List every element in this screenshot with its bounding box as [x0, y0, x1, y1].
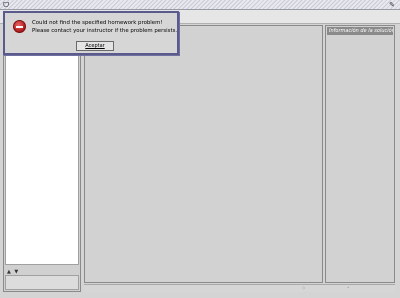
left-panel: ▲ ▼ [3, 25, 81, 292]
status-bar: ◇ • [84, 284, 395, 292]
app-icon[interactable]: ᗜ [2, 1, 10, 9]
error-message: Could not find the specified homework pr… [32, 19, 177, 35]
workspace-panel[interactable] [84, 25, 323, 283]
accept-button[interactable]: Aceptar [76, 41, 114, 51]
problem-tree[interactable] [5, 27, 79, 265]
error-dialog: Could not find the specified homework pr… [3, 11, 179, 55]
solution-info-panel: Información de la solución [325, 25, 395, 283]
edit-icon[interactable]: ✎ [388, 1, 396, 9]
status-indicator: • [347, 285, 350, 290]
error-message-line1: Could not find the specified homework pr… [32, 20, 163, 26]
error-icon-bar [16, 26, 23, 28]
title-bar: ᗜ ✎ [0, 0, 400, 10]
left-bottom-area [5, 275, 79, 290]
error-message-line2: Please contact your instructor if the pr… [32, 28, 178, 34]
solution-info-header: Información de la solución [327, 27, 393, 35]
status-indicator: ◇ [302, 285, 306, 290]
error-icon [13, 20, 26, 33]
